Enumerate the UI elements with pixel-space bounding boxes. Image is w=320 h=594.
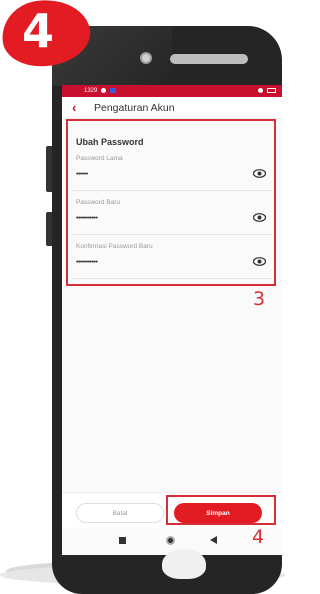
- recents-icon[interactable]: [119, 537, 126, 544]
- status-left: 1329: [84, 87, 116, 95]
- annotation-box-fields: [66, 119, 276, 286]
- status-right: [256, 87, 276, 94]
- app-bar: ‹ Pengaturan Akun: [62, 97, 282, 119]
- page-title: Pengaturan Akun: [94, 101, 175, 114]
- front-camera-icon: [140, 52, 152, 64]
- earpiece: [170, 54, 248, 64]
- notification-icon: [109, 87, 116, 93]
- chevron-left-icon[interactable]: ‹: [72, 101, 86, 114]
- annotation-number-3: 3: [253, 288, 266, 310]
- home-icon[interactable]: [166, 536, 175, 545]
- cancel-button[interactable]: Batal: [76, 503, 164, 523]
- status-bar: 1329: [62, 85, 282, 97]
- battery-icon: [267, 87, 276, 93]
- back-triangle-icon[interactable]: [210, 536, 217, 544]
- status-dot-icon: [101, 87, 107, 93]
- phone-home-button: [162, 549, 206, 579]
- annotation-number-4: 4: [252, 526, 265, 548]
- annotation-box-save: [166, 495, 276, 525]
- status-time: 1329: [84, 88, 98, 95]
- wifi-icon: [258, 87, 264, 93]
- step-badge-number: 4: [22, 4, 55, 58]
